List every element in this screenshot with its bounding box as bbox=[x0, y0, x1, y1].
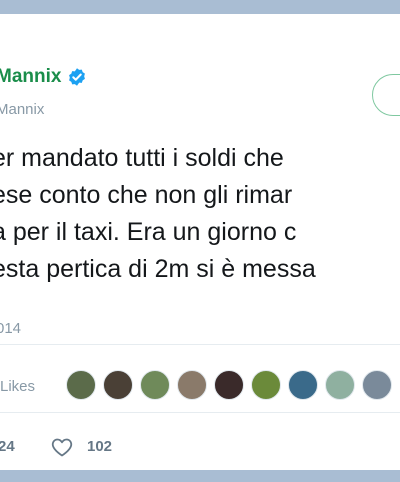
bottom-frame bbox=[0, 470, 400, 482]
liker-avatar[interactable] bbox=[362, 370, 392, 400]
verified-badge-icon bbox=[69, 68, 86, 86]
divider bbox=[0, 412, 400, 413]
follow-button[interactable] bbox=[372, 74, 400, 116]
author-handle[interactable]: Mannix bbox=[0, 101, 44, 118]
tweet-text-line: esta pertica di 2m si è messa bbox=[0, 255, 316, 283]
tweet-text-line: a per il taxi. Era un giorno c bbox=[0, 218, 297, 246]
tweet-text-line: ese conto che non gli rimar bbox=[0, 181, 293, 209]
likes-label[interactable]: Likes bbox=[0, 378, 35, 395]
liker-avatar[interactable] bbox=[177, 370, 207, 400]
tweet-text: er mandato tutti i soldi che ese conto c… bbox=[0, 140, 400, 288]
reply-count: 24 bbox=[0, 438, 15, 455]
tweet-timestamp[interactable]: 014 bbox=[0, 320, 21, 337]
like-count: 102 bbox=[87, 438, 113, 455]
author-row: Mannix bbox=[0, 66, 87, 88]
liker-avatar[interactable] bbox=[214, 370, 244, 400]
tweet-text-line: er mandato tutti i soldi che bbox=[0, 144, 284, 172]
top-frame bbox=[0, 0, 400, 14]
liker-avatar[interactable] bbox=[288, 370, 318, 400]
author-display-name[interactable]: Mannix bbox=[0, 66, 61, 88]
heart-icon[interactable] bbox=[50, 435, 74, 459]
liker-avatar[interactable] bbox=[140, 370, 170, 400]
tweet-actions: 24 102 bbox=[0, 434, 400, 460]
liker-avatar[interactable] bbox=[66, 370, 96, 400]
liker-avatar[interactable] bbox=[251, 370, 281, 400]
liker-avatars bbox=[66, 370, 399, 400]
divider bbox=[0, 344, 400, 345]
liker-avatar[interactable] bbox=[103, 370, 133, 400]
liker-avatar[interactable] bbox=[325, 370, 355, 400]
tweet-card: Mannix Mannix er mandato tutti i soldi c… bbox=[0, 14, 400, 470]
